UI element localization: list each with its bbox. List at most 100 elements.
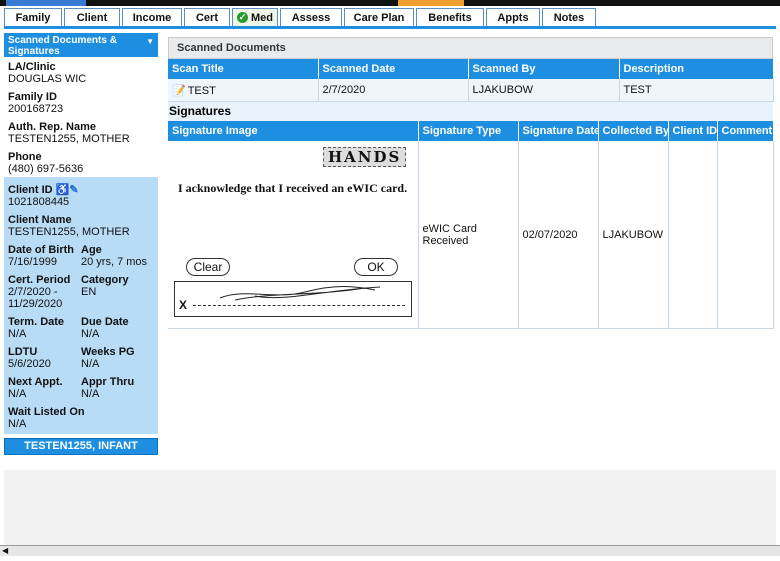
collected-by-header[interactable]: Collected By bbox=[598, 121, 669, 141]
tab-med[interactable]: ✓ Med bbox=[232, 8, 278, 26]
category-value: EN bbox=[81, 286, 97, 298]
edit-icon[interactable]: ✎ bbox=[69, 184, 78, 196]
top-highlight bbox=[398, 0, 464, 6]
client-name-label: Client Name bbox=[8, 214, 72, 226]
family-id-value: 200168723 bbox=[8, 103, 64, 115]
tab-label: Cert bbox=[195, 11, 218, 24]
main-content: Scanned Documents Scan Title Scanned Dat… bbox=[168, 37, 774, 329]
tab-label: Family bbox=[15, 11, 51, 24]
client-sidebar: Scanned Documents & Signatures ▼ LA/Clin… bbox=[4, 33, 158, 455]
signature-date-header[interactable]: Signature Date bbox=[518, 121, 599, 141]
signature-image-header[interactable]: Signature Image bbox=[168, 121, 419, 141]
dob-value: 7/16/1999 bbox=[8, 256, 57, 268]
scan-title-value: TEST bbox=[187, 84, 216, 97]
signature-image-cell: HANDS I acknowledge that I received an e… bbox=[168, 141, 419, 329]
edit-document-icon[interactable]: 📝 bbox=[172, 85, 186, 97]
signatures-title: Signatures bbox=[168, 102, 773, 121]
tab-assess[interactable]: Assess bbox=[280, 8, 342, 26]
hands-logo: HANDS bbox=[323, 147, 407, 167]
signature-type-cell: eWIC Card Received bbox=[418, 141, 519, 329]
la-clinic-value: DOUGLAS WIC bbox=[8, 73, 87, 85]
scan-title-cell[interactable]: 📝 TEST bbox=[168, 79, 319, 102]
tab-underline bbox=[4, 26, 776, 29]
signature-type-header[interactable]: Signature Type bbox=[418, 121, 519, 141]
tab-family[interactable]: Family bbox=[4, 8, 62, 26]
scanned-by-header[interactable]: Scanned By bbox=[468, 59, 620, 79]
tab-income[interactable]: Income bbox=[122, 8, 182, 26]
auth-rep-label: Auth. Rep. Name bbox=[8, 121, 97, 133]
tab-benefits[interactable]: Benefits bbox=[416, 8, 484, 26]
top-bar bbox=[0, 0, 780, 6]
scan-title-header[interactable]: Scan Title bbox=[168, 59, 319, 79]
client-id-cell bbox=[668, 141, 718, 329]
weeks-pg-value: N/A bbox=[81, 358, 100, 370]
client-name-value: TESTEN1255, MOTHER bbox=[8, 226, 130, 238]
comment-header[interactable]: Comment bbox=[717, 121, 774, 141]
term-date-label: Term. Date bbox=[8, 316, 65, 328]
infant-client-button[interactable]: TESTEN1255, INFANT bbox=[4, 438, 158, 455]
signatures-table: Signature Image Signature Type Signature… bbox=[168, 121, 774, 329]
client-info: Client ID ♿✎ 1021808445 Client Name TEST… bbox=[4, 177, 158, 434]
scanned-date-header[interactable]: Scanned Date bbox=[318, 59, 469, 79]
client-id-label-text: Client ID bbox=[8, 184, 53, 196]
acknowledgement-text: I acknowledge that I received an eWIC ca… bbox=[178, 181, 408, 195]
scroll-left-icon[interactable]: ◀ bbox=[2, 546, 8, 555]
empty-area bbox=[4, 470, 776, 545]
scanned-documents-title: Scanned Documents bbox=[168, 37, 773, 59]
tab-appts[interactable]: Appts bbox=[486, 8, 540, 26]
la-clinic-label: LA/Clinic bbox=[8, 61, 56, 73]
tab-cert[interactable]: Cert bbox=[184, 8, 230, 26]
tab-care-plan[interactable]: Care Plan bbox=[344, 8, 414, 26]
weeks-pg-label: Weeks PG bbox=[81, 346, 135, 358]
description-cell: TEST bbox=[619, 79, 774, 102]
accessibility-icon[interactable]: ♿ bbox=[56, 184, 70, 196]
tab-label: Benefits bbox=[428, 11, 472, 24]
client-id-label: Client ID ♿✎ bbox=[8, 183, 154, 196]
tab-label: Appts bbox=[497, 11, 529, 24]
appr-thru-value: N/A bbox=[81, 388, 100, 400]
auth-rep-value: TESTEN1255, MOTHER bbox=[8, 133, 130, 145]
category-label: Category bbox=[81, 274, 129, 286]
ldtu-label: LDTU bbox=[8, 346, 38, 358]
table-row: HANDS I acknowledge that I received an e… bbox=[168, 141, 774, 329]
dropdown-arrow-icon: ▼ bbox=[146, 37, 154, 46]
age-value: 20 yrs, 7 mos bbox=[81, 256, 148, 268]
phone-value: (480) 697-5636 bbox=[8, 163, 84, 175]
signature-image: HANDS I acknowledge that I received an e… bbox=[168, 141, 416, 328]
tab-client[interactable]: Client bbox=[64, 8, 120, 26]
client-id-header[interactable]: Client ID bbox=[668, 121, 718, 141]
tab-label: Med bbox=[251, 11, 273, 24]
description-header[interactable]: Description bbox=[619, 59, 774, 79]
phone-label: Phone bbox=[8, 151, 42, 163]
appr-thru-label: Appr Thru bbox=[81, 376, 135, 388]
tab-label: Income bbox=[132, 11, 172, 24]
cert-period-label: Cert. Period bbox=[8, 274, 71, 286]
app-logo bbox=[6, 0, 86, 6]
client-id-value: 1021808445 bbox=[8, 196, 70, 208]
age-label: Age bbox=[81, 244, 102, 256]
horizontal-scrollbar[interactable]: ◀ bbox=[0, 545, 780, 556]
sidebar-dropdown[interactable]: Scanned Documents & Signatures ▼ bbox=[4, 33, 158, 57]
dob-label: Date of Birth bbox=[8, 244, 74, 256]
signature-scribble bbox=[219, 286, 381, 301]
collected-by-cell: LJAKUBOW bbox=[598, 141, 669, 329]
sidebar-dropdown-label: Scanned Documents & Signatures bbox=[8, 35, 117, 57]
tab-label: Assess bbox=[291, 11, 331, 24]
tab-notes[interactable]: Notes bbox=[542, 8, 596, 26]
family-id-label: Family ID bbox=[8, 91, 57, 103]
tab-label: Client bbox=[76, 11, 108, 24]
tab-label: Care Plan bbox=[353, 11, 405, 24]
signature-x-mark: X bbox=[179, 298, 188, 312]
check-circle-icon: ✓ bbox=[237, 12, 248, 23]
due-date-label: Due Date bbox=[81, 316, 129, 328]
table-row[interactable]: 📝 TEST 2/7/2020 LJAKUBOW TEST bbox=[168, 79, 774, 102]
ok-button: OK bbox=[354, 258, 398, 276]
scanned-date-cell: 2/7/2020 bbox=[318, 79, 469, 102]
scanned-documents-table: Scan Title Scanned Date Scanned By Descr… bbox=[168, 59, 774, 102]
scanned-by-cell: LJAKUBOW bbox=[468, 79, 620, 102]
tab-label: Notes bbox=[553, 11, 585, 24]
signature-date-cell: 02/07/2020 bbox=[518, 141, 599, 329]
next-appt-label: Next Appt. bbox=[8, 376, 63, 388]
next-appt-value: N/A bbox=[8, 388, 27, 400]
cert-period-value: 2/7/2020 - 11/29/2020 bbox=[8, 286, 63, 310]
